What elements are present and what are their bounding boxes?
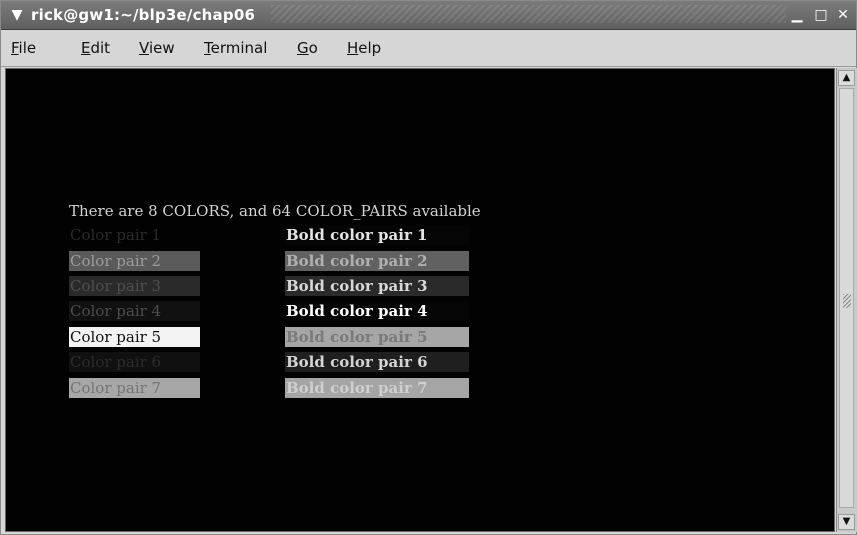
menu-go[interactable]: Go bbox=[297, 30, 318, 66]
bold-color-pair-row: Bold color pair 4 bbox=[285, 301, 469, 321]
bold-color-pair-row: Bold color pair 6 bbox=[285, 352, 469, 372]
scrollbar-thumb[interactable] bbox=[839, 88, 854, 508]
bold-color-pair-row: Bold color pair 2 bbox=[285, 251, 469, 271]
close-icon[interactable]: ✕ bbox=[833, 5, 853, 25]
menu-edit[interactable]: Edit bbox=[81, 30, 110, 66]
window-title: rick@gw1:~/blp3e/chap06 bbox=[31, 6, 256, 24]
menu-help[interactable]: Help bbox=[347, 30, 381, 66]
terminal-header-line: There are 8 COLORS, and 64 COLOR_PAIRS a… bbox=[69, 202, 481, 220]
bold-color-pair-row: Bold color pair 5 bbox=[285, 327, 469, 347]
bold-color-pair-row: Bold color pair 1 bbox=[285, 225, 469, 245]
color-pair-row: Color pair 1 bbox=[69, 225, 200, 245]
menu-bar: File Edit View Terminal Go Help bbox=[1, 30, 856, 67]
title-bar-texture bbox=[271, 5, 786, 23]
color-pair-row: Color pair 2 bbox=[69, 251, 200, 271]
color-pair-row: Color pair 4 bbox=[69, 301, 200, 321]
arrow-down-icon[interactable]: ▼ bbox=[838, 514, 855, 530]
menu-view[interactable]: View bbox=[139, 30, 175, 66]
title-bar[interactable]: ▼ rick@gw1:~/blp3e/chap06 ▁ □ ✕ bbox=[1, 1, 856, 30]
color-pair-row: Color pair 5 bbox=[69, 327, 200, 347]
terminal-window: ▼ rick@gw1:~/blp3e/chap06 ▁ □ ✕ File Edi… bbox=[0, 0, 857, 535]
color-pair-row: Color pair 7 bbox=[69, 378, 200, 398]
minimize-icon[interactable]: ▁ bbox=[787, 5, 807, 25]
menu-terminal[interactable]: Terminal bbox=[204, 30, 267, 66]
color-pair-row: Color pair 6 bbox=[69, 352, 200, 372]
menu-file[interactable]: File bbox=[11, 30, 36, 66]
color-pair-row: Color pair 3 bbox=[69, 276, 200, 296]
maximize-icon[interactable]: □ bbox=[811, 5, 831, 25]
grip-icon bbox=[843, 294, 851, 308]
vertical-scrollbar[interactable]: ▲ ▼ bbox=[836, 68, 857, 532]
bold-color-pair-row: Bold color pair 3 bbox=[285, 276, 469, 296]
arrow-up-icon[interactable]: ▲ bbox=[838, 70, 855, 86]
terminal-output[interactable]: There are 8 COLORS, and 64 COLOR_PAIRS a… bbox=[5, 68, 835, 532]
bold-color-pair-row: Bold color pair 7 bbox=[285, 378, 469, 398]
chevron-down-icon[interactable]: ▼ bbox=[7, 5, 27, 25]
